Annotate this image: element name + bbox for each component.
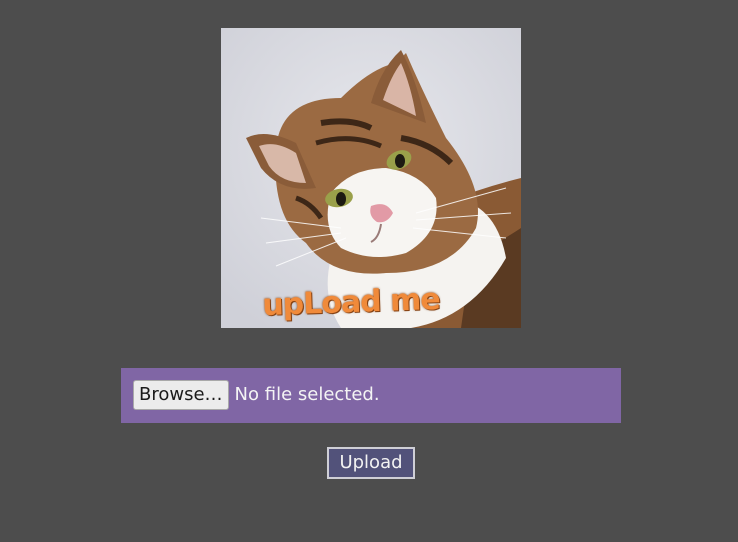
upload-button[interactable]: Upload bbox=[327, 447, 415, 479]
file-status-text: No file selected. bbox=[234, 384, 380, 405]
upload-page: upLoad me Browse… No file selected. Uplo… bbox=[0, 0, 738, 542]
file-input-bar: Browse… No file selected. bbox=[121, 368, 621, 423]
browse-button[interactable]: Browse… bbox=[133, 380, 229, 410]
cat-image: upLoad me bbox=[221, 28, 521, 328]
